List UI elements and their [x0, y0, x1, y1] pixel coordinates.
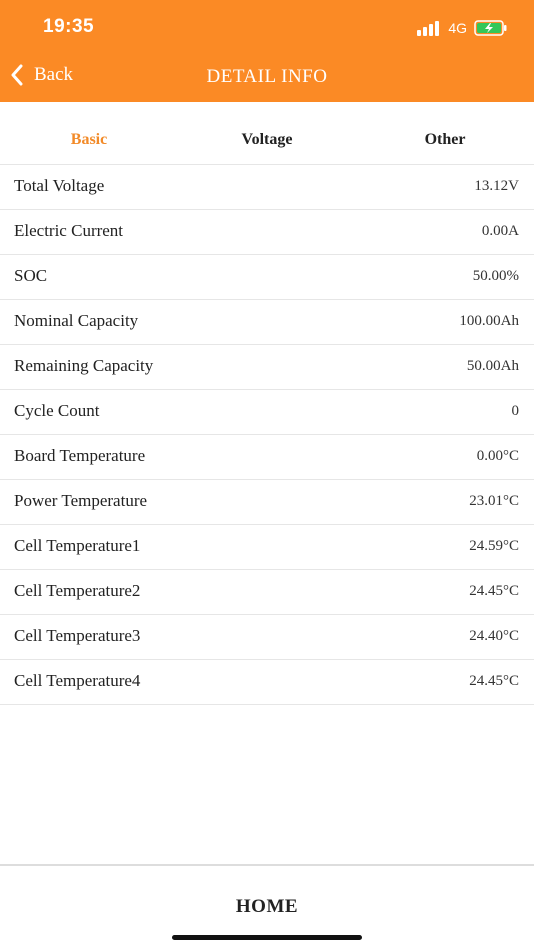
- home-indicator[interactable]: [172, 935, 362, 940]
- row-label: Power Temperature: [14, 491, 148, 510]
- bottom-divider: [0, 864, 534, 866]
- row-cell-temperature-2: Cell Temperature2 24.45°C: [0, 570, 534, 615]
- detail-list: Total Voltage 13.12V Electric Current 0.…: [0, 165, 534, 705]
- row-label: Cell Temperature3: [14, 626, 141, 645]
- network-type: 4G: [448, 20, 467, 36]
- row-label: Cell Temperature4: [14, 671, 141, 690]
- row-label: Cell Temperature1: [14, 536, 141, 555]
- row-label: Board Temperature: [14, 446, 146, 465]
- row-value: 24.59°C: [469, 538, 519, 554]
- tab-other[interactable]: Other: [356, 131, 534, 149]
- battery-charging-icon: [474, 20, 507, 36]
- row-soc: SOC 50.00%: [0, 255, 534, 300]
- row-value: 24.40°C: [469, 628, 519, 644]
- tab-basic[interactable]: Basic: [0, 131, 178, 149]
- row-label: Electric Current: [14, 221, 124, 240]
- row-cell-temperature-3: Cell Temperature3 24.40°C: [0, 615, 534, 660]
- row-electric-current: Electric Current 0.00A: [0, 210, 534, 255]
- row-value: 24.45°C: [469, 583, 519, 599]
- row-value: 23.01°C: [469, 493, 519, 509]
- status-indicators: 4G: [417, 20, 508, 36]
- top-bar: 19:35 4G Back DETAIL INFO: [0, 0, 534, 102]
- row-total-voltage: Total Voltage 13.12V: [0, 165, 534, 210]
- row-value: 24.45°C: [469, 673, 519, 689]
- row-value: 50.00%: [472, 268, 519, 284]
- page-title: DETAIL INFO: [206, 66, 328, 87]
- row-cell-temperature-1: Cell Temperature1 24.59°C: [0, 525, 534, 570]
- home-button[interactable]: HOME: [0, 896, 534, 918]
- row-cycle-count: Cycle Count 0: [0, 390, 534, 435]
- row-power-temperature: Power Temperature 23.01°C: [0, 480, 534, 525]
- row-value: 0.00°C: [476, 448, 519, 464]
- row-cell-temperature-4: Cell Temperature4 24.45°C: [0, 660, 534, 705]
- row-label: Cycle Count: [14, 401, 100, 420]
- signal-bars-icon: [417, 21, 440, 36]
- row-nominal-capacity: Nominal Capacity 100.00Ah: [0, 300, 534, 345]
- row-value: 13.12V: [474, 178, 519, 194]
- row-label: Remaining Capacity: [14, 356, 154, 375]
- tab-voltage[interactable]: Voltage: [178, 131, 356, 149]
- row-remaining-capacity: Remaining Capacity 50.00Ah: [0, 345, 534, 390]
- row-board-temperature: Board Temperature 0.00°C: [0, 435, 534, 480]
- row-label: Total Voltage: [14, 176, 105, 195]
- row-label: Cell Temperature2: [14, 581, 141, 600]
- row-value: 100.00Ah: [459, 313, 519, 329]
- row-value: 0: [511, 403, 520, 419]
- status-time: 19:35: [43, 16, 95, 37]
- row-label: SOC: [14, 266, 48, 285]
- row-value: 0.00A: [481, 223, 519, 239]
- row-value: 50.00Ah: [466, 358, 519, 374]
- row-label: Nominal Capacity: [14, 311, 139, 330]
- tab-bar: Basic Voltage Other: [0, 118, 534, 165]
